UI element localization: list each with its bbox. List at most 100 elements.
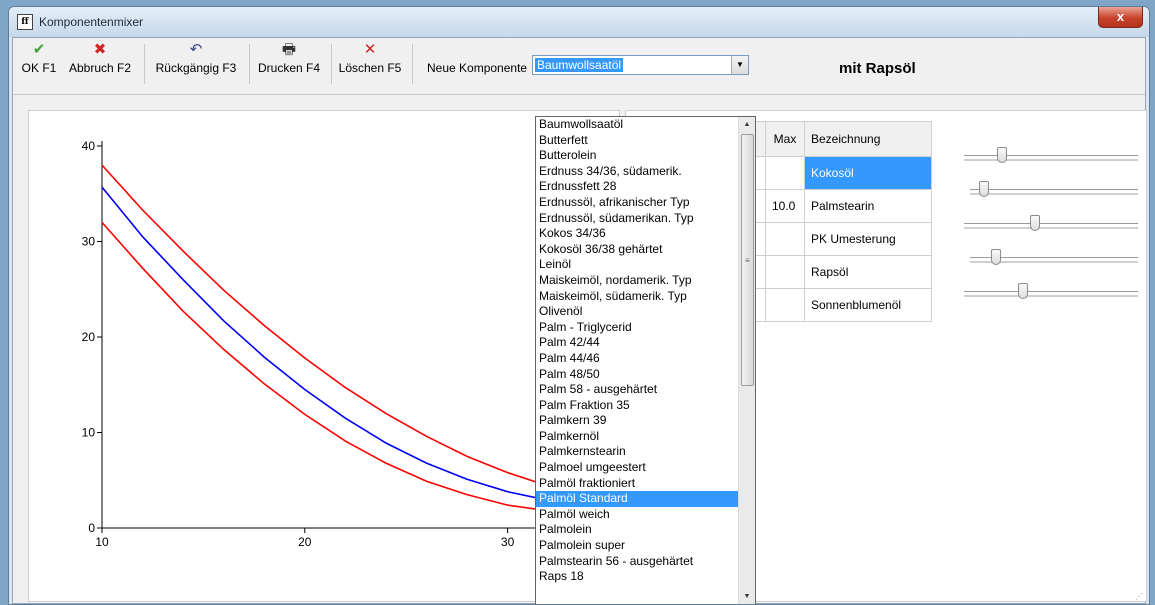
print-label: Drucken F4: [257, 61, 321, 75]
app-icon: ff: [17, 14, 33, 30]
dropdown-item[interactable]: Maiskeimöl, nordamerik. Typ: [536, 273, 739, 289]
app-window: ff Komponentenmixer x ✔ OK F1 ✖ Abbruch …: [8, 6, 1150, 605]
scroll-thumb[interactable]: ≡: [741, 134, 754, 386]
dropdown-item[interactable]: Butterfett: [536, 133, 739, 149]
dropdown-item[interactable]: Palmkernöl: [536, 429, 739, 445]
cell-name[interactable]: Sonnenblumenöl: [804, 288, 932, 322]
series-line: [101, 186, 610, 509]
table-row[interactable]: PK Umesterung: [726, 222, 932, 256]
dropdown-item[interactable]: Leinöl: [536, 257, 739, 273]
dropdown-item[interactable]: Palmöl fraktioniert: [536, 476, 739, 492]
dropdown-item[interactable]: Olivenöl: [536, 304, 739, 320]
dropdown-item[interactable]: Kokos 34/36: [536, 226, 739, 242]
undo-button[interactable]: ↶ Rückgängig F3: [148, 42, 244, 86]
chart-panel: 0 10 20 30 40 10 20 30: [28, 110, 620, 602]
cancel-label: Abbruch F2: [68, 61, 132, 75]
dropdown-item[interactable]: Palmolein: [536, 522, 739, 538]
chevron-down-icon[interactable]: ▼: [731, 56, 748, 74]
slider-track: [964, 291, 1138, 292]
dropdown-item[interactable]: Erdnussöl, südamerikan. Typ: [536, 211, 739, 227]
dropdown-item[interactable]: Kokosöl 36/38 gehärtet: [536, 242, 739, 258]
dropdown-item[interactable]: Erdnuss 34/36, südamerik.: [536, 164, 739, 180]
cancel-button[interactable]: ✖ Abbruch F2: [64, 42, 136, 86]
line-chart: 01020304010 20 30: [82, 139, 610, 549]
print-button[interactable]: 🖶 Drucken F4: [253, 42, 325, 86]
y-tick-label: 10: [82, 426, 96, 440]
cell-max[interactable]: [765, 288, 805, 322]
combo-value: Baumwollsaatöl: [535, 58, 624, 72]
toolbar-separator: [144, 44, 145, 84]
dropdown-item[interactable]: Palm 48/50: [536, 367, 739, 383]
ok-button[interactable]: ✔ OK F1: [19, 42, 59, 86]
dropdown-item[interactable]: Erdnussöl, afrikanischer Typ: [536, 195, 739, 211]
x-tick-label: 10: [95, 535, 109, 549]
slider-thumb[interactable]: [991, 249, 1001, 265]
column-header-name[interactable]: Bezeichnung: [804, 121, 932, 157]
mix-heading: mit Rapsöl: [839, 60, 916, 77]
dropdown-scrollbar[interactable]: ▲ ≡ ▼: [738, 117, 755, 604]
toolbar-separator: [412, 44, 413, 84]
dropdown-item[interactable]: Palm 58 - ausgehärtet: [536, 382, 739, 398]
dropdown-item[interactable]: Maiskeimöl, südamerik. Typ: [536, 289, 739, 305]
components-table: in Max Bezeichnung Kokosöl10.0Palmsteari…: [726, 121, 932, 322]
dropdown-item[interactable]: Palm Fraktion 35: [536, 398, 739, 414]
series-line: [101, 221, 610, 517]
slider-track: [970, 189, 1138, 190]
x-tick-label: 30: [501, 535, 515, 549]
cell-max[interactable]: [765, 156, 805, 190]
dropdown-item[interactable]: Raps 18: [536, 569, 739, 585]
close-button[interactable]: x: [1098, 7, 1143, 28]
slider-track: [964, 295, 1138, 297]
table-row[interactable]: Rapsöl: [726, 255, 932, 289]
delete-button[interactable]: ✕ Löschen F5: [334, 42, 406, 86]
slider-thumb[interactable]: [1030, 215, 1040, 231]
y-tick-label: 0: [88, 521, 95, 535]
component-slider[interactable]: [964, 215, 1138, 237]
dropdown-item[interactable]: Butterolein: [536, 148, 739, 164]
component-dropdown-list[interactable]: Baumwollsaatöl Butterfett Butterolein Erdnu…: [535, 116, 756, 604]
slider-track: [970, 193, 1138, 195]
dropdown-item[interactable]: Erdnussfett 28: [536, 179, 739, 195]
column-header-max[interactable]: Max: [765, 121, 805, 157]
component-slider[interactable]: [964, 147, 1138, 169]
cell-name[interactable]: Palmstearin: [804, 189, 932, 223]
slider-thumb[interactable]: [979, 181, 989, 197]
dropdown-item[interactable]: Palmkern 39: [536, 413, 739, 429]
table-row[interactable]: 10.0 Palmstearin: [726, 189, 932, 223]
dropdown-item[interactable]: Palmstearin 56 - ausgehärtet: [536, 554, 739, 570]
table-row[interactable]: Sonnenblumenöl: [726, 288, 932, 322]
dropdown-item[interactable]: Palm 44/46: [536, 351, 739, 367]
cell-name[interactable]: PK Umesterung: [804, 222, 932, 256]
cell-name[interactable]: Rapsöl: [804, 255, 932, 289]
resize-grip-icon[interactable]: ⋰: [1135, 592, 1143, 601]
dropdown-item[interactable]: Palm 42/44: [536, 335, 739, 351]
slider-track: [964, 227, 1138, 229]
component-slider[interactable]: [970, 181, 1138, 203]
dropdown-item[interactable]: Palmoel umgeestert: [536, 460, 739, 476]
printer-icon: 🖶: [281, 41, 297, 58]
cell-max[interactable]: [765, 255, 805, 289]
dropdown-item[interactable]: Palmolein super: [536, 538, 739, 554]
slider-thumb[interactable]: [1018, 283, 1028, 299]
dropdown-item[interactable]: Palmöl weich: [536, 507, 739, 523]
table-row[interactable]: Kokosöl: [726, 156, 932, 190]
title-bar[interactable]: ff Komponentenmixer x: [9, 7, 1149, 37]
undo-label: Rückgängig F3: [155, 61, 237, 75]
component-slider[interactable]: [970, 249, 1138, 271]
dropdown-item[interactable]: Baumwollsaatöl: [536, 117, 739, 133]
dropdown-item[interactable]: Palm - Triglycerid: [536, 320, 739, 336]
scroll-up-icon[interactable]: ▲: [739, 117, 755, 133]
checkmark-icon: ✔: [32, 41, 46, 58]
slider-track: [964, 155, 1138, 156]
new-component-combobox[interactable]: Baumwollsaatöl ▼: [532, 55, 749, 75]
dropdown-item[interactable]: Palmkernstearin: [536, 444, 739, 460]
y-tick-label: 30: [82, 235, 96, 249]
window-title: Komponentenmixer: [39, 15, 144, 29]
cell-name[interactable]: Kokosöl: [804, 156, 932, 190]
dropdown-item[interactable]: Palmöl Standard: [536, 491, 739, 507]
cell-max[interactable]: 10.0: [765, 189, 805, 223]
cell-max[interactable]: [765, 222, 805, 256]
cross-icon: ✖: [93, 41, 107, 58]
slider-thumb[interactable]: [997, 147, 1007, 163]
component-slider[interactable]: [964, 283, 1138, 305]
